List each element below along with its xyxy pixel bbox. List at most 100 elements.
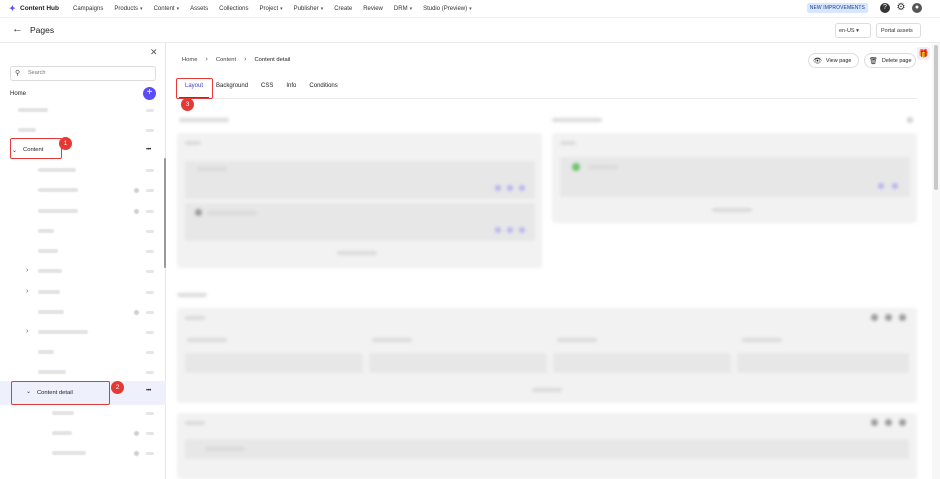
- blurred-add-component: [337, 251, 377, 255]
- nav-publisher[interactable]: Publisher ▾: [294, 6, 324, 12]
- blurred-icon: [885, 314, 892, 321]
- tree-item-home[interactable]: Home: [10, 91, 26, 97]
- annotation-box-3: [176, 78, 213, 99]
- blurred-label: [207, 211, 257, 215]
- chevron-down-icon: ▾: [409, 5, 413, 12]
- nav-create[interactable]: Create: [334, 6, 352, 12]
- scrollbar-thumb[interactable]: [934, 45, 938, 190]
- tree-item[interactable]: [38, 206, 158, 216]
- search-field[interactable]: ⚲: [10, 66, 156, 81]
- chevron-down-icon: ▾: [469, 5, 472, 12]
- nav-label: Campaigns: [73, 5, 104, 12]
- breadcrumb-home[interactable]: Home: [182, 57, 197, 63]
- blurred-icon: [134, 430, 139, 436]
- blurred-action: [146, 249, 154, 253]
- close-icon[interactable]: ✕: [150, 47, 158, 58]
- chevron-right-icon[interactable]: ›: [26, 328, 28, 335]
- tree-item[interactable]: [38, 226, 158, 236]
- chevron-right-icon[interactable]: ›: [26, 288, 28, 295]
- tree-item[interactable]: [52, 428, 158, 438]
- tree-item[interactable]: ›: [26, 327, 158, 337]
- tab-css[interactable]: CSS: [255, 80, 279, 98]
- blurred-icon: [871, 419, 878, 426]
- nav-products[interactable]: Products ▾: [114, 6, 142, 12]
- view-page-button[interactable]: 👁 View page: [808, 53, 859, 68]
- tree-item[interactable]: ›: [26, 287, 158, 297]
- tree-item[interactable]: [52, 448, 158, 458]
- blurred-icon: [892, 183, 898, 189]
- annotation-box-2: [11, 381, 110, 405]
- tree-item[interactable]: [38, 185, 158, 195]
- blurred-icon: [134, 309, 139, 315]
- blurred-action: [146, 108, 154, 112]
- view-page-label: View page: [825, 57, 852, 64]
- back-arrow-icon[interactable]: ←: [12, 23, 23, 35]
- chevron-down-icon: ▾: [280, 5, 283, 12]
- nav-collections[interactable]: Collections: [219, 6, 248, 12]
- tab-background[interactable]: Background: [210, 80, 254, 98]
- portal-assets-button[interactable]: Portal assets: [876, 23, 921, 38]
- blurred-action: [146, 431, 154, 435]
- annotation-badge-2: 2: [111, 381, 124, 394]
- blurred-column: [369, 353, 547, 373]
- page-title: Pages: [30, 25, 55, 35]
- blurred-column: [185, 353, 363, 373]
- more-options-icon[interactable]: •••: [146, 147, 151, 153]
- tree-item[interactable]: [38, 307, 158, 317]
- tree-item[interactable]: [38, 246, 158, 256]
- search-input[interactable]: [28, 70, 148, 76]
- search-icon: ⚲: [15, 70, 21, 77]
- new-improvements-badge[interactable]: NEW IMPROVEMENTS: [806, 3, 868, 13]
- nav-review[interactable]: Review: [363, 6, 383, 12]
- blurred-icon: [899, 314, 906, 321]
- nav-campaigns[interactable]: Campaigns: [73, 6, 103, 12]
- language-select[interactable]: en-US ▾: [835, 23, 871, 38]
- delete-page-button[interactable]: 🗑 Delete page: [864, 53, 916, 68]
- tree-item[interactable]: [52, 408, 158, 418]
- nav-content[interactable]: Content ▾: [154, 6, 180, 12]
- blurred-label: [38, 350, 54, 354]
- blurred-label: [52, 431, 72, 435]
- nav-studio[interactable]: Studio (Preview) ▾: [423, 6, 472, 12]
- help-icon[interactable]: ?: [880, 3, 890, 13]
- tab-info[interactable]: Info: [280, 80, 302, 98]
- top-navigation: ✦ Content Hub Campaigns Products ▾ Conten…: [0, 0, 940, 18]
- blurred-label: [38, 188, 78, 192]
- tree-item[interactable]: [38, 165, 158, 175]
- blurred-label: [372, 338, 412, 342]
- blurred-icon: [134, 187, 139, 193]
- layout-row-panel: [177, 413, 917, 479]
- tree-item[interactable]: [38, 367, 158, 377]
- blurred-label: [52, 411, 74, 415]
- blurred-component: [185, 161, 535, 199]
- tree-item[interactable]: [18, 125, 168, 135]
- more-options-icon[interactable]: •••: [146, 388, 151, 394]
- blurred-label: [38, 209, 78, 213]
- tree-item[interactable]: [18, 105, 168, 115]
- blurred-heading: [552, 118, 602, 122]
- nav-label: Studio (Preview): [423, 5, 468, 12]
- breadcrumb-content[interactable]: Content: [216, 57, 236, 63]
- chevron-right-icon[interactable]: ›: [26, 267, 28, 274]
- eye-icon: 👁: [813, 57, 822, 65]
- add-page-button[interactable]: +: [143, 87, 156, 100]
- nav-drm[interactable]: DRM ▾: [394, 6, 412, 12]
- blurred-label: [18, 128, 36, 132]
- tree-item[interactable]: ›: [26, 266, 158, 276]
- blurred-action: [146, 411, 154, 415]
- nav-assets[interactable]: Assets: [190, 6, 208, 12]
- gear-icon[interactable]: ⚙: [896, 3, 906, 13]
- tree-item[interactable]: [38, 347, 158, 357]
- page-editor: Home › Content › Content detail 👁 View p…: [167, 43, 932, 479]
- blurred-action: [146, 188, 154, 192]
- sidebar-scrollbar[interactable]: [164, 158, 166, 268]
- user-avatar-icon[interactable]: ●: [912, 3, 922, 13]
- tab-conditions[interactable]: Conditions: [303, 80, 343, 98]
- page-scrollbar[interactable]: [932, 43, 940, 479]
- blurred-label: [185, 421, 205, 425]
- gift-icon[interactable]: 🎁: [917, 47, 930, 60]
- nav-project[interactable]: Project ▾: [259, 6, 282, 12]
- brand[interactable]: ✦ Content Hub: [9, 4, 59, 13]
- blurred-label: [38, 229, 54, 233]
- blurred-component: [560, 157, 910, 197]
